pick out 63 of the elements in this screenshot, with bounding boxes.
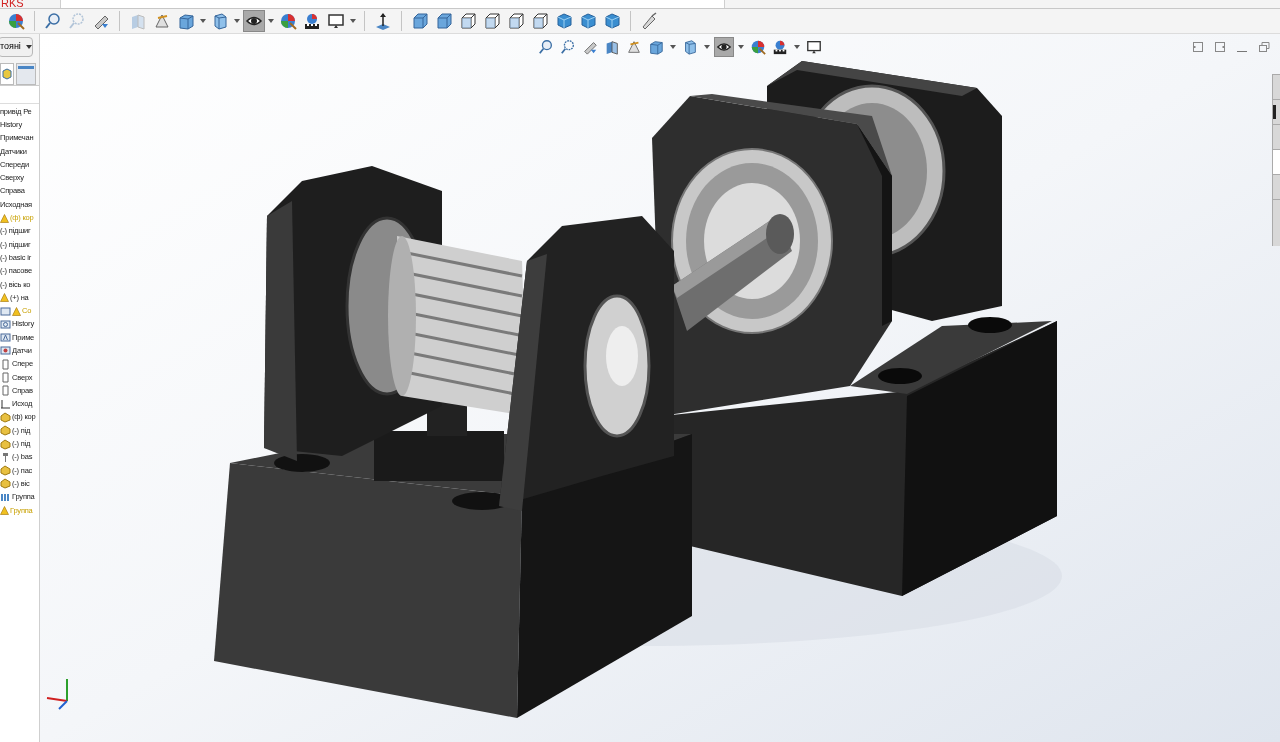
assembly-icon <box>2 68 12 80</box>
normal-to-icon <box>374 12 392 30</box>
appearance-icon <box>279 12 297 30</box>
mates-icon <box>0 491 11 503</box>
eye-button[interactable] <box>714 37 734 57</box>
zoom-area-icon <box>560 39 576 55</box>
scene-icon <box>772 39 788 55</box>
notes-icon <box>0 332 11 344</box>
zoom-area-icon <box>68 12 86 30</box>
cube-icon <box>411 12 429 30</box>
section-view-icon <box>129 12 147 30</box>
history-icon <box>0 318 11 330</box>
dock-left-icon[interactable] <box>1192 41 1204 53</box>
monitor-icon <box>327 12 345 30</box>
cube-icon <box>579 12 597 30</box>
caret-icon[interactable] <box>704 45 710 49</box>
wireframe-cube-icon <box>531 12 549 30</box>
wireframe-cube-icon <box>483 12 501 30</box>
origin-icon <box>0 398 11 410</box>
cube-icon <box>177 12 195 30</box>
caret-icon <box>26 45 32 49</box>
property-manager-tab[interactable] <box>16 63 36 85</box>
axis-triad-icon <box>46 678 68 710</box>
caret-icon[interactable] <box>268 19 274 23</box>
zoom-icon <box>538 39 554 55</box>
wireframe-cube-icon <box>459 12 477 30</box>
cube-icon <box>555 12 573 30</box>
part-icon <box>0 465 11 477</box>
cube-icon <box>211 12 229 30</box>
appearance-icon <box>7 12 25 30</box>
caret-icon[interactable] <box>200 19 206 23</box>
dock-right-icon[interactable] <box>1214 41 1226 53</box>
cube-icon <box>682 39 698 55</box>
zoom-icon <box>44 12 62 30</box>
eye-button[interactable] <box>243 10 265 32</box>
annotation-icon <box>153 12 171 30</box>
wireframe-cube-icon <box>507 12 525 30</box>
previous-view-icon <box>582 39 598 55</box>
cube-icon <box>648 39 664 55</box>
probe-icon <box>640 12 658 30</box>
caret-icon[interactable] <box>350 19 356 23</box>
annotation-icon <box>626 39 642 55</box>
cube-icon <box>603 12 621 30</box>
scene-icon <box>303 12 321 30</box>
cube-icon <box>435 12 453 30</box>
section-view-icon <box>604 39 620 55</box>
part-icon <box>0 411 11 423</box>
restore-icon[interactable] <box>1258 41 1270 53</box>
caret-icon[interactable] <box>670 45 676 49</box>
caret-icon[interactable] <box>794 45 800 49</box>
appearance-icon <box>750 39 766 55</box>
feature-manager-tab[interactable] <box>0 63 14 85</box>
part-icon <box>0 438 11 450</box>
part-icon <box>0 425 11 437</box>
monitor-icon <box>806 39 822 55</box>
caret-icon[interactable] <box>234 19 240 23</box>
caret-icon[interactable] <box>738 45 744 49</box>
sensor-icon <box>0 345 11 357</box>
task-pane-tabs[interactable] <box>1272 74 1280 246</box>
configuration-dropdown[interactable]: тояні <box>0 37 33 57</box>
bolt-icon <box>0 451 11 463</box>
part-icon <box>0 478 11 490</box>
assembly-icon <box>0 305 11 317</box>
